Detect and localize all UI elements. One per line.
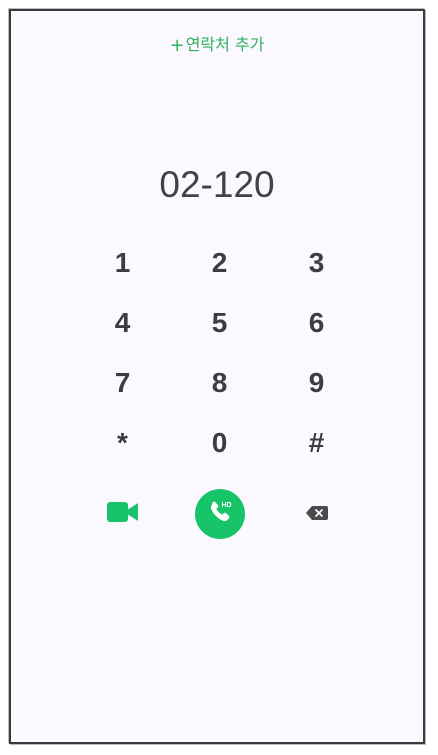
key-2[interactable]: 2 [171,233,268,293]
delete-button[interactable] [268,488,365,540]
key-4[interactable]: 4 [74,293,171,353]
key-8[interactable]: 8 [171,353,268,413]
key-3[interactable]: 3 [268,233,365,293]
plus-icon: + [169,35,185,56]
key-9[interactable]: 9 [268,353,365,413]
call-button[interactable]: HD [194,489,245,539]
add-contact-button[interactable]: +연락처 추가 [11,35,423,56]
backspace-icon [305,505,328,524]
phone-hd-icon: HD [206,498,234,530]
voice-call-action: HD [171,488,268,540]
video-camera-icon [106,501,139,527]
keypad: 1 2 3 4 5 6 7 8 9 * 0 # [74,233,366,473]
key-1[interactable]: 1 [74,233,171,293]
dialer-screen: +연락처 추가 02-120 1 2 3 4 5 6 7 8 9 * 0 # H… [9,9,425,744]
dialed-number: 02-120 [159,164,275,205]
key-6[interactable]: 6 [268,293,365,353]
add-contact-label: 연락처 추가 [185,35,265,54]
dialer-actions: HD [74,488,366,540]
key-5[interactable]: 5 [171,293,268,353]
key-0[interactable]: 0 [171,413,268,473]
key-hash[interactable]: # [268,413,365,473]
hd-badge: HD [221,502,231,509]
video-call-button[interactable] [74,488,171,540]
key-star[interactable]: * [74,413,171,473]
key-7[interactable]: 7 [74,353,171,413]
